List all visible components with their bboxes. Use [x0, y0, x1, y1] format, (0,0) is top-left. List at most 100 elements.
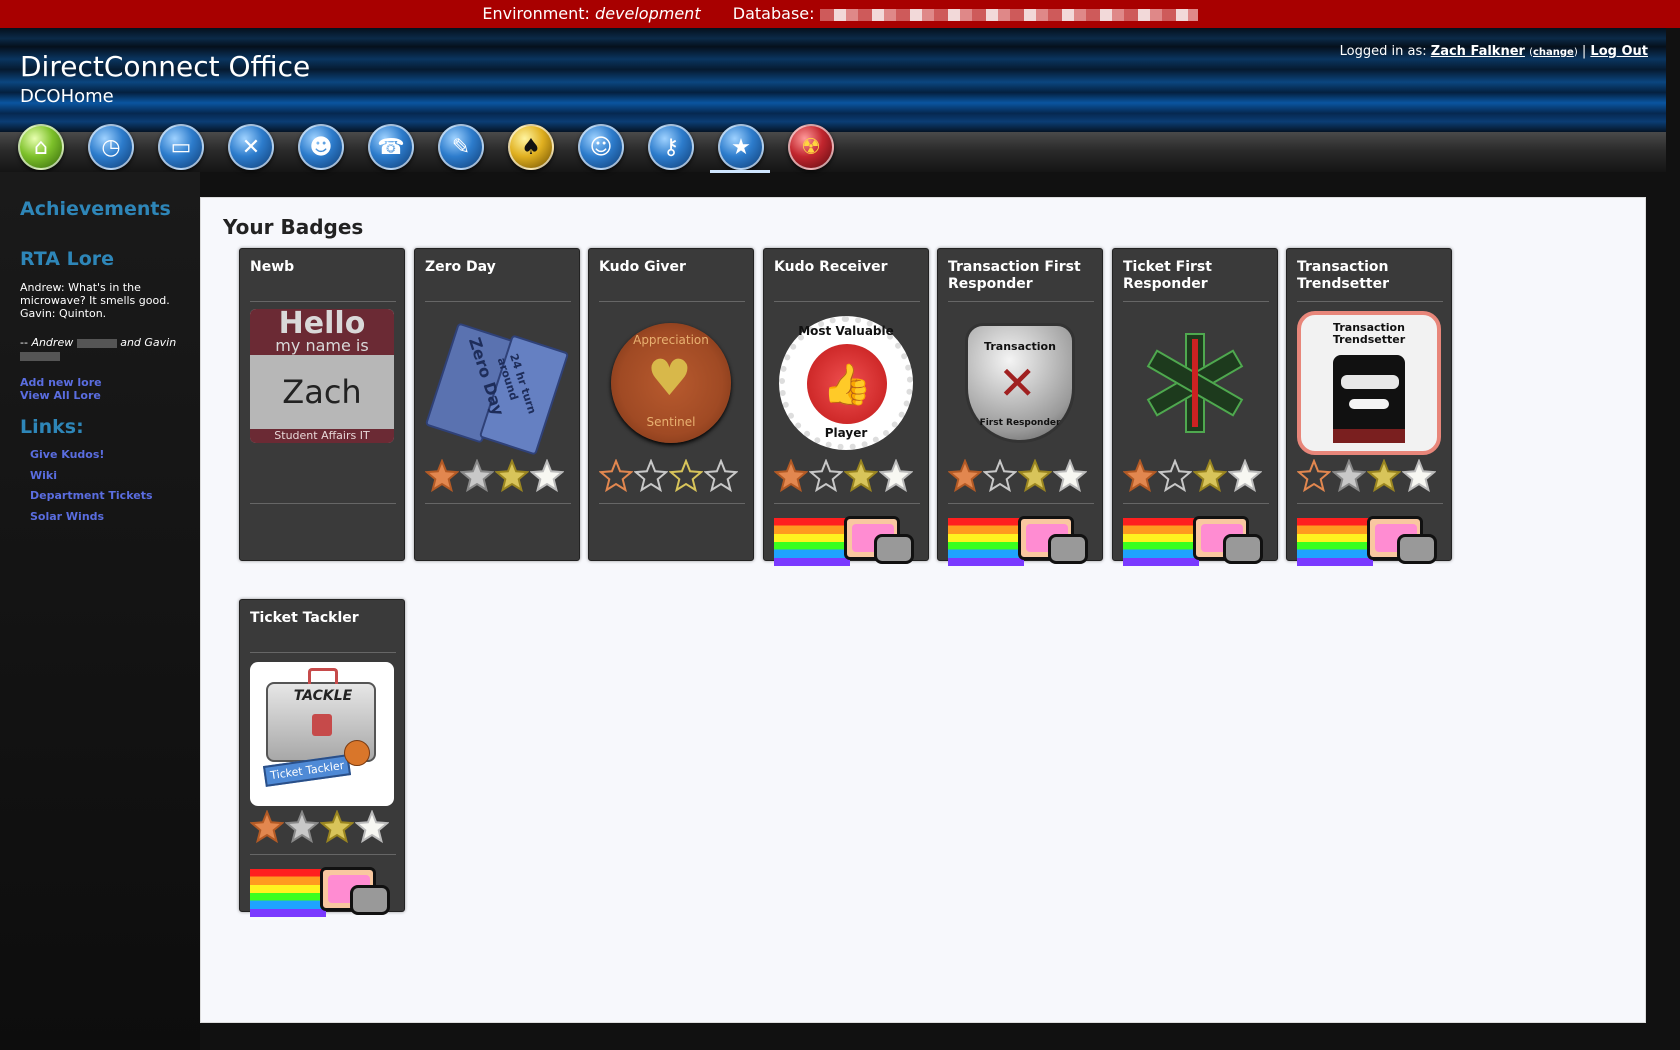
- logged-in-label: Logged in as:: [1339, 44, 1427, 59]
- rating-star-icon: [1193, 459, 1227, 493]
- sidebar-links: Give Kudos! Wiki Department Tickets Sola…: [30, 448, 153, 530]
- lore-attr-name: Andrew: [31, 336, 74, 349]
- users-icon: ☺: [589, 134, 613, 160]
- nav-ticket-button[interactable]: ▭: [158, 124, 204, 170]
- app-title: DirectConnect Office: [20, 50, 311, 83]
- solar-winds-link[interactable]: Solar Winds: [30, 510, 153, 531]
- header-banner: DirectConnect Office DCOHome Logged in a…: [0, 28, 1666, 132]
- nav-phone-button[interactable]: ☎: [368, 124, 414, 170]
- badge-card[interactable]: Kudo Receiver 👍 Most Valuable Player: [763, 248, 929, 566]
- rating-star-icon: [250, 810, 284, 844]
- badge-divider: [1297, 301, 1443, 302]
- mustache-icon: [1349, 399, 1389, 409]
- environment-value: development: [595, 4, 701, 23]
- heart-icon: ♥: [647, 349, 692, 407]
- rating-star-icon: [669, 459, 703, 493]
- nav-key-button[interactable]: ⚷: [648, 124, 694, 170]
- name-tag-footer: Student Affairs IT: [250, 429, 394, 443]
- rating-star-icon: [1158, 459, 1192, 493]
- view-lore-link[interactable]: View All Lore: [20, 389, 101, 402]
- add-lore-link[interactable]: Add new lore: [20, 376, 102, 389]
- rating-star-icon: [1018, 459, 1052, 493]
- app-subtitle: DCOHome: [20, 86, 114, 107]
- nav-star-button[interactable]: ★: [718, 124, 764, 170]
- rating-star-icon: [1367, 459, 1401, 493]
- badge-card[interactable]: Kudo Giver ♥ Appreciation Sentinel: [588, 248, 754, 561]
- rating-star-icon: [425, 459, 459, 493]
- sidebar: Achievements RTA Lore Andrew: What's in …: [0, 172, 200, 1050]
- lore-attr-and: and Gavin: [120, 336, 177, 349]
- nav-clock-button[interactable]: ◷: [88, 124, 134, 170]
- spade-icon: ♠: [521, 134, 541, 160]
- nav-people-button[interactable]: ☻: [298, 124, 344, 170]
- sidebar-lore-title: RTA Lore: [20, 248, 114, 270]
- main-content: Your Badges Newb Hello my name is Zach Stude…: [200, 197, 1646, 1023]
- nav-home-button[interactable]: ⌂: [18, 124, 64, 170]
- badge-star-rating: [250, 810, 396, 846]
- people-icon: ☻: [309, 134, 333, 160]
- badge-star-rating: [425, 459, 571, 495]
- badge-card[interactable]: Ticket First Responder: [1112, 248, 1278, 566]
- badge-star-rating: [948, 459, 1094, 495]
- badge-divider: [948, 503, 1094, 504]
- rating-star-icon: [948, 459, 982, 493]
- badge-card[interactable]: Transaction First Responder ✕ Transaction F…: [937, 248, 1103, 566]
- badge-card[interactable]: Newb Hello my name is Zach Student Affairs I…: [239, 248, 405, 561]
- basketball-icon: [344, 740, 370, 766]
- sidebar-achievements-title: Achievements: [20, 198, 171, 220]
- shield-cross-icon: ✕: [998, 356, 1037, 410]
- staff-icon: [1192, 339, 1198, 427]
- badge-card[interactable]: Ticket Tackler TACKLE Ticket Tackler: [239, 599, 405, 917]
- lore-attr-prefix: --: [20, 336, 32, 349]
- name-tag-sub: my name is: [275, 336, 369, 355]
- lore-redacted-surname: [76, 338, 117, 348]
- department-tickets-link[interactable]: Department Tickets: [30, 489, 153, 510]
- nav-radiation-button[interactable]: ☢: [788, 124, 834, 170]
- star-icon: ★: [731, 134, 751, 160]
- badge-image: ✕ Transaction First Responder: [948, 311, 1092, 455]
- badge-divider: [250, 301, 396, 302]
- rating-star-icon: [320, 810, 354, 844]
- badge-card[interactable]: Zero Day Zero Day 24 hr turn around: [414, 248, 580, 561]
- badge-divider: [1123, 503, 1269, 504]
- rating-star-icon: [879, 459, 913, 493]
- badge-divider: [250, 652, 396, 653]
- user-bar-separator: |: [1581, 44, 1587, 59]
- rating-star-icon: [1123, 459, 1157, 493]
- mvp-text-2: Player: [824, 426, 868, 440]
- nav-tools-button[interactable]: ✕: [228, 124, 274, 170]
- environment-label: Environment:: [482, 4, 590, 23]
- rating-star-icon: [355, 810, 389, 844]
- rating-star-icon: [495, 459, 529, 493]
- badge-divider: [250, 503, 396, 504]
- tackle-text: TACKLE: [293, 688, 353, 704]
- nav-pen-button[interactable]: ✎: [438, 124, 484, 170]
- nav-active-indicator: [710, 170, 770, 173]
- change-user-link[interactable]: change: [1533, 47, 1574, 58]
- rating-star-icon: [634, 459, 668, 493]
- rating-star-icon: [460, 459, 494, 493]
- give-kudos-link[interactable]: Give Kudos!: [30, 448, 153, 469]
- lore-redacted-surname-2: [20, 351, 60, 361]
- database-value-redacted: [819, 8, 1198, 21]
- sentinel-text-2: Sentinel: [646, 415, 696, 429]
- nav-users-button[interactable]: ☺: [578, 124, 624, 170]
- nav-spade-button[interactable]: ♠: [508, 124, 554, 170]
- nyan-cat-icon: [774, 514, 918, 570]
- nyan-cat-icon: [1123, 514, 1267, 570]
- phone-icon: ☎: [377, 134, 405, 160]
- rating-star-icon: [1297, 459, 1331, 493]
- logout-link[interactable]: Log Out: [1590, 44, 1648, 59]
- user-name-link[interactable]: Zach Falkner: [1431, 44, 1525, 59]
- wiki-link[interactable]: Wiki: [30, 469, 153, 490]
- badge-card[interactable]: Transaction Trendsetter Transaction Trends…: [1286, 248, 1452, 566]
- badge-star-rating: [1123, 459, 1269, 495]
- badge-star-rating: [599, 459, 745, 495]
- badge-divider: [599, 301, 745, 302]
- page-title: Your Badges: [223, 215, 364, 239]
- badge-divider: [1297, 503, 1443, 504]
- shield-text-1: Transaction: [984, 340, 1056, 353]
- badge-title: Newb: [250, 259, 295, 275]
- sentinel-text-1: Appreciation: [633, 333, 709, 347]
- thumbs-up-icon: 👍: [822, 361, 872, 408]
